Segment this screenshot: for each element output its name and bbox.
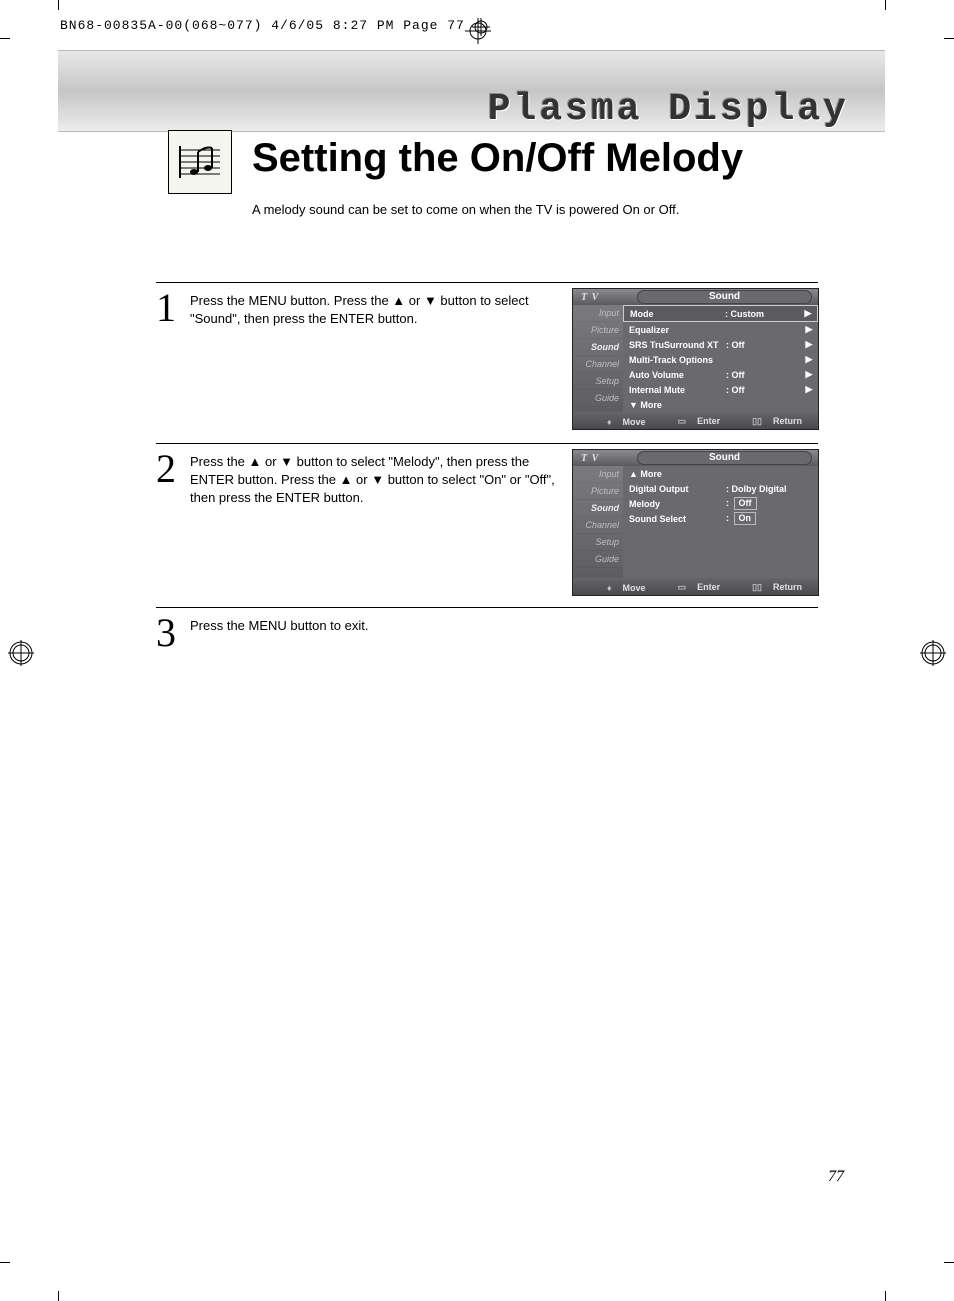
osd-tab: Picture bbox=[573, 322, 623, 339]
step-text: Press the MENU button to exit. bbox=[190, 617, 368, 635]
crop-mark bbox=[944, 1262, 954, 1263]
osd-row-mode: Mode: Custom▶ bbox=[623, 305, 818, 322]
osd-sidebar: Input Picture Sound Channel Setup Guide bbox=[573, 466, 623, 578]
osd-row-sound-select: Sound Select: On bbox=[623, 511, 818, 526]
osd-tv-label: T V bbox=[573, 453, 631, 464]
step-3: 3 Press the MENU button to exit. bbox=[156, 617, 556, 653]
osd-tab: Sound bbox=[573, 500, 623, 517]
crop-mark bbox=[58, 1291, 59, 1301]
enter-icon: ▭ bbox=[678, 582, 687, 592]
music-note-icon bbox=[168, 130, 232, 194]
osd-title: Sound bbox=[637, 290, 812, 304]
crop-mark bbox=[885, 1291, 886, 1301]
osd-sidebar: Input Picture Sound Channel Setup Guide bbox=[573, 305, 623, 412]
step-text: Press the ▲ or ▼ button to select "Melod… bbox=[190, 453, 556, 508]
step-number: 1 bbox=[156, 285, 176, 330]
move-icon: ♦ bbox=[607, 583, 612, 593]
osd-row: Equalizer▶ bbox=[623, 322, 818, 337]
return-icon: ▯▯ bbox=[752, 582, 762, 592]
banner-title: Plasma Display bbox=[488, 88, 849, 131]
page-number: 77 bbox=[828, 1168, 844, 1186]
page-title: Setting the On/Off Melody bbox=[252, 136, 743, 181]
osd-footer: ♦Move ▭Enter ▯▯Return bbox=[573, 412, 818, 429]
osd-tab: Setup bbox=[573, 373, 623, 390]
osd-row: Auto Volume: Off▶ bbox=[623, 367, 818, 382]
osd-tv-label: T V bbox=[573, 292, 631, 303]
osd-tab: Guide bbox=[573, 390, 623, 407]
crop-mark bbox=[0, 38, 10, 39]
osd-row-more: ▼ More bbox=[623, 397, 818, 412]
osd-tab: Setup bbox=[573, 534, 623, 551]
osd-tab: Picture bbox=[573, 483, 623, 500]
step-1: 1 Press the MENU button. Press the ▲ or … bbox=[156, 292, 556, 328]
step-2: 2 Press the ▲ or ▼ button to select "Mel… bbox=[156, 453, 556, 508]
crop-mark bbox=[58, 0, 59, 10]
osd-row: Multi-Track Options▶ bbox=[623, 352, 818, 367]
osd-row: SRS TruSurround XT: Off▶ bbox=[623, 337, 818, 352]
registration-mark-icon bbox=[8, 640, 34, 671]
osd-main: Mode: Custom▶ Equalizer▶ SRS TruSurround… bbox=[623, 305, 818, 412]
osd-tab: Channel bbox=[573, 517, 623, 534]
return-icon: ▯▯ bbox=[752, 416, 762, 426]
osd-row: Internal Mute: Off▶ bbox=[623, 382, 818, 397]
osd-screenshot-2: T V Sound Input Picture Sound Channel Se… bbox=[572, 449, 819, 596]
step-number: 3 bbox=[156, 610, 176, 655]
osd-tab: Channel bbox=[573, 356, 623, 373]
crop-mark bbox=[885, 0, 886, 10]
osd-row-more: ▲ More bbox=[623, 466, 818, 481]
osd-row: Digital Output: Dolby Digital bbox=[623, 481, 818, 496]
crop-mark bbox=[944, 38, 954, 39]
move-icon: ♦ bbox=[607, 417, 612, 427]
registration-mark-icon bbox=[920, 640, 946, 671]
osd-footer: ♦Move ▭Enter ▯▯Return bbox=[573, 578, 818, 595]
osd-tab: Input bbox=[573, 466, 623, 483]
enter-icon: ▭ bbox=[678, 416, 687, 426]
osd-tab: Guide bbox=[573, 551, 623, 568]
crop-mark bbox=[0, 1262, 10, 1263]
osd-tab: Sound bbox=[573, 339, 623, 356]
printers-slug: BN68-00835A-00(068~077) 4/6/05 8:27 PM P… bbox=[60, 18, 465, 33]
step-text: Press the MENU button. Press the ▲ or ▼ … bbox=[190, 292, 556, 328]
osd-main: ▲ More Digital Output: Dolby Digital Mel… bbox=[623, 466, 818, 578]
osd-row-melody: Melody: Off bbox=[623, 496, 818, 511]
osd-title: Sound bbox=[637, 451, 812, 465]
step-number: 2 bbox=[156, 446, 176, 491]
registration-mark-icon bbox=[465, 18, 491, 1293]
osd-screenshot-1: T V Sound Input Picture Sound Channel Se… bbox=[572, 288, 819, 430]
osd-tab: Input bbox=[573, 305, 623, 322]
